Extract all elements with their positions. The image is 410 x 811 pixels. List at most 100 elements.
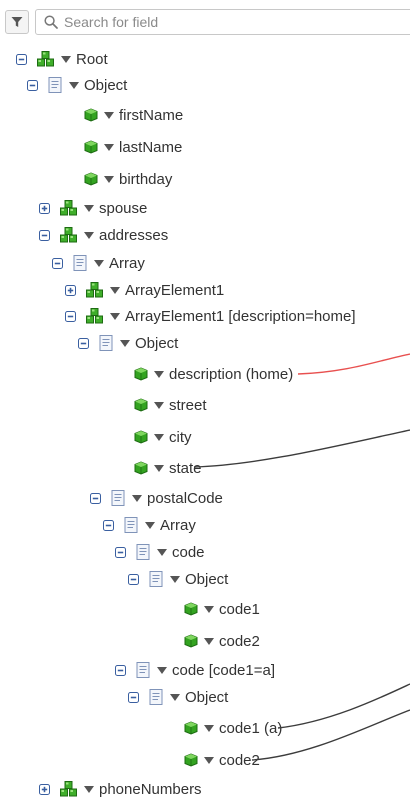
caret-down-icon[interactable]: [145, 521, 155, 529]
tree-node-label: Object: [84, 76, 128, 94]
tree-node[interactable]: addresses: [39, 223, 168, 247]
collapse-icon[interactable]: [103, 519, 114, 531]
field-icon: [134, 398, 148, 412]
caret-down-icon[interactable]: [204, 724, 214, 732]
caret-down-icon[interactable]: [110, 312, 120, 320]
caret-down-icon[interactable]: [94, 259, 104, 267]
collapse-icon[interactable]: [65, 310, 76, 322]
tree-node-label: ArrayElement1: [125, 281, 225, 299]
tree-node[interactable]: phoneNumbers: [39, 777, 202, 801]
tree-node-label: code2: [219, 751, 260, 769]
tree-node[interactable]: code2: [163, 629, 260, 653]
tree-node-label: code [code1=a]: [172, 661, 276, 679]
collapse-icon[interactable]: [90, 492, 101, 504]
tree-node-label: birthday: [119, 170, 173, 188]
caret-down-icon[interactable]: [104, 175, 114, 183]
caret-down-icon[interactable]: [157, 548, 167, 556]
tree-node-label: city: [169, 428, 192, 446]
collapse-icon[interactable]: [128, 691, 139, 703]
tree-node[interactable]: description (home): [113, 362, 293, 386]
tree-node[interactable]: Object: [128, 685, 228, 709]
caret-down-icon[interactable]: [84, 785, 94, 793]
tree-node[interactable]: code1: [163, 597, 260, 621]
package-icon: [60, 200, 77, 216]
expand-icon[interactable]: [39, 783, 50, 795]
caret-down-icon[interactable]: [84, 204, 94, 212]
tree-node-label: Array: [109, 254, 145, 272]
field-icon: [184, 634, 198, 648]
caret-down-icon[interactable]: [120, 339, 130, 347]
tree-node[interactable]: firstName: [63, 103, 183, 127]
collapse-icon[interactable]: [115, 664, 126, 676]
tree-node[interactable]: birthday: [63, 167, 172, 191]
mapping-tree: Root Object firstName lastName birthday spous…: [0, 44, 410, 811]
tree-node[interactable]: ArrayElement1: [65, 278, 224, 302]
toolbar: [0, 0, 410, 44]
tree-node[interactable]: Array: [52, 251, 145, 275]
caret-down-icon[interactable]: [204, 637, 214, 645]
tree-node-label: code2: [219, 632, 260, 650]
tree-node[interactable]: Root: [16, 47, 108, 71]
caret-down-icon[interactable]: [154, 370, 164, 378]
search-input[interactable]: [64, 12, 404, 32]
tree-node[interactable]: spouse: [39, 196, 147, 220]
caret-down-icon[interactable]: [110, 286, 120, 294]
collapse-icon[interactable]: [128, 573, 139, 585]
caret-down-icon[interactable]: [154, 401, 164, 409]
object-icon: [111, 490, 125, 506]
tree-node[interactable]: street: [113, 393, 207, 417]
caret-down-icon[interactable]: [157, 666, 167, 674]
tree-node-label: state: [169, 459, 202, 477]
tree-node-label: postalCode: [147, 489, 223, 507]
collapse-icon[interactable]: [27, 79, 38, 91]
search-box: [35, 9, 410, 35]
expand-icon[interactable]: [39, 202, 50, 214]
caret-down-icon[interactable]: [104, 111, 114, 119]
tree-node[interactable]: Object: [78, 331, 178, 355]
tree-node[interactable]: code: [115, 540, 205, 564]
expand-icon[interactable]: [65, 284, 76, 296]
tree-node-label: Array: [160, 516, 196, 534]
tree-node[interactable]: state: [113, 456, 202, 480]
caret-down-icon[interactable]: [170, 693, 180, 701]
tree-node[interactable]: lastName: [63, 135, 182, 159]
caret-down-icon[interactable]: [132, 494, 142, 502]
caret-down-icon[interactable]: [204, 605, 214, 613]
package-icon: [37, 51, 54, 67]
caret-down-icon[interactable]: [154, 433, 164, 441]
package-icon: [60, 227, 77, 243]
object-icon: [149, 571, 163, 587]
object-icon: [99, 335, 113, 351]
object-icon: [124, 517, 138, 533]
package-icon: [86, 308, 103, 324]
tree-node[interactable]: ArrayElement1 [description=home]: [65, 304, 356, 328]
tree-node[interactable]: Array: [103, 513, 196, 537]
caret-down-icon[interactable]: [61, 55, 71, 63]
caret-down-icon[interactable]: [84, 231, 94, 239]
tree-node[interactable]: code1 (a): [163, 716, 282, 740]
tree-node[interactable]: city: [113, 425, 192, 449]
collapse-icon[interactable]: [78, 337, 89, 349]
tree-node-label: Object: [135, 334, 179, 352]
tree-node-label: Object: [185, 688, 229, 706]
collapse-icon[interactable]: [52, 257, 63, 269]
tree-node-label: ArrayElement1 [description=home]: [125, 307, 356, 325]
tree-node[interactable]: code2: [163, 748, 260, 772]
object-icon: [136, 662, 150, 678]
caret-down-icon[interactable]: [204, 756, 214, 764]
tree-node-label: lastName: [119, 138, 183, 156]
caret-down-icon[interactable]: [154, 464, 164, 472]
collapse-icon[interactable]: [39, 229, 50, 241]
filter-button[interactable]: [5, 10, 29, 34]
search-icon: [44, 15, 58, 29]
collapse-icon[interactable]: [115, 546, 126, 558]
tree-node[interactable]: Object: [27, 73, 127, 97]
caret-down-icon[interactable]: [104, 143, 114, 151]
caret-down-icon[interactable]: [69, 81, 79, 89]
tree-node[interactable]: Object: [128, 567, 228, 591]
collapse-icon[interactable]: [16, 53, 27, 65]
tree-node[interactable]: code [code1=a]: [115, 658, 275, 682]
caret-down-icon[interactable]: [170, 575, 180, 583]
tree-node[interactable]: postalCode: [90, 486, 223, 510]
object-icon: [136, 544, 150, 560]
